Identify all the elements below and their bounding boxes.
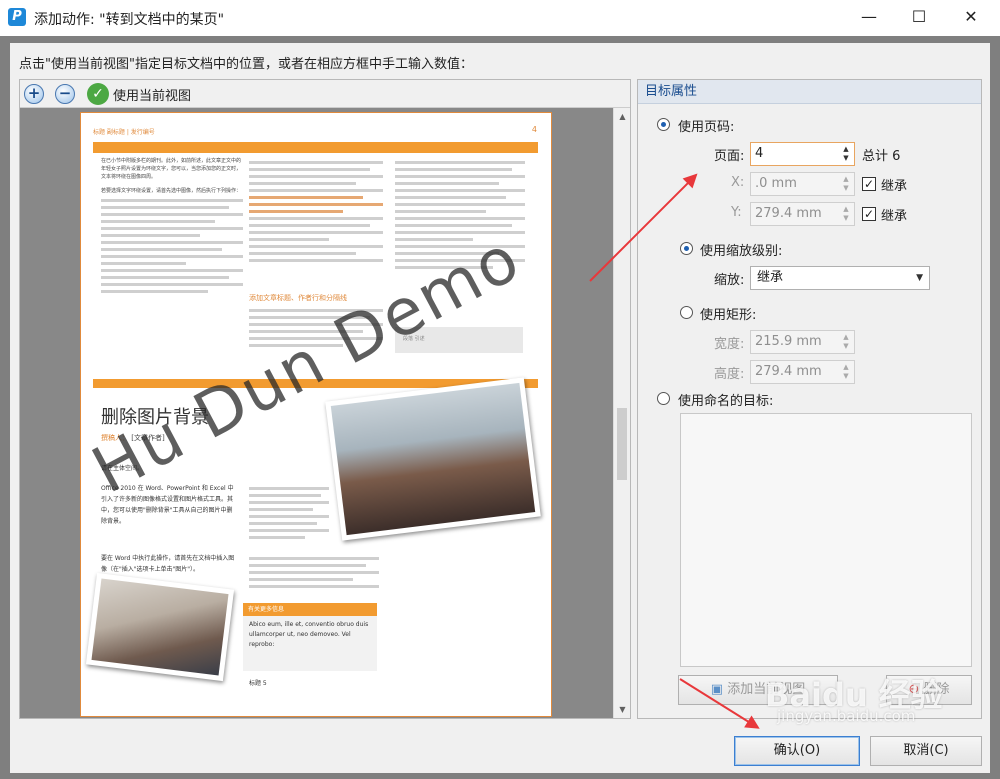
check-icon[interactable]: ✓ — [87, 83, 109, 105]
y-input[interactable]: 279.4 mm ▲ ▼ — [750, 202, 855, 226]
zoom-select[interactable]: 继承 ▼ — [750, 266, 930, 290]
named-destination-list[interactable] — [680, 413, 972, 667]
window-title: 添加动作: "转到文档中的某页" — [34, 12, 225, 28]
group-photo-image — [330, 382, 536, 536]
scroll-thumb[interactable] — [617, 408, 627, 480]
y-label: Y: — [731, 205, 742, 220]
height-label: 高度: — [714, 367, 745, 382]
use-page-number-label: 使用页码: — [678, 120, 735, 135]
add-action-dialog: 点击"使用当前视图"指定目标文档中的位置，或者在相应方框中手工输入数值： + −… — [10, 43, 990, 773]
x-input[interactable]: .0 mm ▲ ▼ — [750, 172, 855, 196]
title-bar: P 添加动作: "转到文档中的某页" — ☐ ✕ — [0, 0, 1000, 36]
use-zoom-level-label: 使用缩放级别: — [700, 244, 783, 259]
width-value: 215.9 mm — [755, 334, 822, 349]
portrait-photo-image — [91, 578, 229, 676]
y-inherit-label: 继承 — [881, 209, 908, 224]
minimize-button[interactable]: — — [846, 0, 892, 34]
portrait-photo — [85, 572, 235, 682]
width-label: 宽度: — [714, 337, 745, 352]
use-rectangle-radio[interactable] — [680, 306, 693, 319]
use-current-view-button[interactable]: 使用当前视图 — [113, 85, 191, 104]
preview-toolbar: + − ✓ 使用当前视图 — [20, 80, 630, 108]
maximize-button[interactable]: ☐ — [896, 0, 942, 34]
scroll-down-icon[interactable]: ▼ — [614, 701, 631, 718]
width-input[interactable]: 215.9 mm ▲ ▼ — [750, 330, 855, 354]
zoom-label: 缩放: — [714, 273, 745, 288]
x-inherit-checkbox[interactable]: ✓ — [862, 177, 876, 191]
preview-scrollbar[interactable]: ▲ ▼ — [613, 108, 630, 718]
add-view-icon: ▣ — [710, 682, 728, 697]
page-label: 页面: — [714, 149, 745, 164]
page-number-input[interactable]: 4 ▲ ▼ — [750, 142, 855, 166]
instruction-text: 点击"使用当前视图"指定目标文档中的位置，或者在相应方框中手工输入数值： — [19, 57, 473, 72]
column-2 — [249, 157, 383, 266]
ok-button[interactable]: 确认(O) — [734, 736, 860, 766]
use-named-destination-radio[interactable] — [657, 392, 670, 405]
column-1-text-b: 若要选择文字环绕设置，请首先选中图像，然后执行下列操作： — [101, 188, 242, 194]
column-2-lower — [249, 483, 329, 543]
height-input[interactable]: 279.4 mm ▲ ▼ — [750, 360, 855, 384]
column-1: 在已小节中附版多栏的期刊。此外，如前所述，此文章正文中的年轻女子照片设置为环绕文… — [101, 157, 243, 297]
spinner-icon[interactable]: ▲ ▼ — [840, 333, 852, 351]
cancel-button[interactable]: 取消(C) — [870, 736, 982, 766]
dialog-frame: 点击"使用当前视图"指定目标文档中的位置，或者在相应方框中手工输入数值： + −… — [0, 36, 1000, 779]
close-button[interactable]: ✕ — [948, 0, 994, 34]
sidebar-heading: 有关更多信息 — [243, 603, 377, 616]
app-icon: P — [8, 8, 26, 26]
column-2-lower-b — [249, 553, 379, 592]
group-photo — [325, 377, 541, 541]
preview-panel: + − ✓ 使用当前视图 标题 副标题 | 发行编号 4 在已小节中附版多栏的期… — [19, 79, 631, 719]
spinner-icon[interactable]: ▲ ▼ — [840, 145, 852, 163]
y-inherit-checkbox[interactable]: ✓ — [862, 207, 876, 221]
y-value: 279.4 mm — [755, 206, 822, 221]
height-value: 279.4 mm — [755, 364, 822, 379]
target-properties-header: 目标属性 — [638, 80, 981, 104]
spinner-icon[interactable]: ▲ ▼ — [840, 175, 852, 193]
use-zoom-level-radio[interactable] — [680, 242, 693, 255]
use-page-number-radio[interactable] — [657, 118, 670, 131]
document-page: 标题 副标题 | 发行编号 4 在已小节中附版多栏的期刊。此外，如前所述，此文章… — [80, 112, 552, 717]
zoom-out-icon[interactable]: − — [55, 84, 75, 104]
page-number-value: 4 — [755, 146, 764, 161]
spinner-icon[interactable]: ▲ ▼ — [840, 363, 852, 381]
chevron-down-icon: ▼ — [916, 273, 923, 283]
x-inherit-label: 继承 — [881, 179, 908, 194]
use-rectangle-label: 使用矩形: — [700, 308, 757, 323]
sidebar-body: Abico eum, ille et, conventio obruo duis… — [249, 621, 369, 648]
document-preview[interactable]: 标题 副标题 | 发行编号 4 在已小节中附版多栏的期刊。此外，如前所述，此文章… — [20, 108, 613, 718]
spinner-icon[interactable]: ▲ ▼ — [840, 205, 852, 223]
body-text-3: 要在 Word 中执行此操作，请首先在文档中插入图像（在"插入"选项卡上单击"图… — [101, 555, 235, 573]
total-pages-label: 总计 6 — [862, 149, 901, 164]
page-number: 4 — [531, 125, 537, 134]
page-header: 标题 副标题 | 发行编号 — [93, 129, 155, 136]
column-2-subhead: 添加文章标题、作者行和分隔线 — [249, 294, 347, 302]
x-value: .0 mm — [755, 176, 797, 191]
baidu-url: jingyan.baidu.com — [777, 707, 916, 725]
column-1-text: 在已小节中附版多栏的期刊。此外，如前所述，此文章正文中的年轻女子照片设置为环绕文… — [101, 158, 242, 180]
scroll-up-icon[interactable]: ▲ — [614, 108, 631, 125]
x-label: X: — [731, 175, 745, 190]
sidebar-box: 有关更多信息 Abico eum, ille et, conventio obr… — [243, 603, 377, 671]
sidebar-footer: 标题 5 — [249, 680, 267, 687]
zoom-value: 继承 — [757, 270, 784, 285]
use-named-destination-label: 使用命名的目标: — [678, 394, 774, 409]
zoom-in-icon[interactable]: + — [24, 84, 44, 104]
header-bar — [93, 142, 538, 153]
